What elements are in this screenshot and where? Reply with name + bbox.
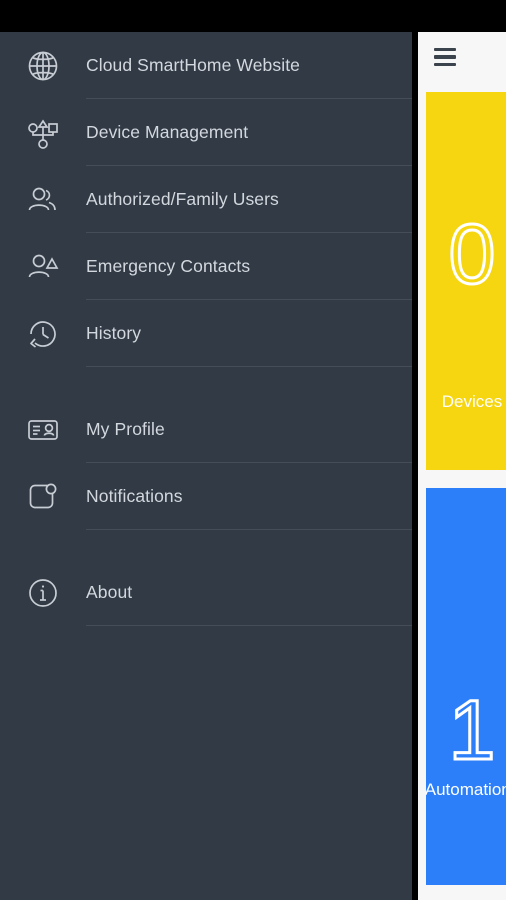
status-bar [0, 0, 506, 32]
sidebar-item-about[interactable]: About [0, 559, 412, 626]
app-content: 0 Devices 1 Automations [418, 32, 506, 900]
group-separator [0, 530, 412, 559]
notification-badge-icon [22, 476, 64, 518]
sidebar-item-history[interactable]: History [0, 300, 412, 367]
sidebar-item-label: History [86, 323, 142, 343]
divider [86, 625, 412, 626]
hamburger-menu-icon[interactable] [434, 48, 458, 66]
sidebar-item-label: Notifications [86, 486, 183, 506]
devices-card[interactable]: 0 Devices [426, 92, 506, 470]
sidebar-item-label: Cloud SmartHome Website [86, 55, 301, 75]
divider [86, 529, 412, 530]
user-alert-icon [22, 246, 64, 288]
device-hub-icon [22, 112, 64, 154]
sidebar-item-authorized-family-users[interactable]: Authorized/Family Users [0, 166, 412, 233]
sidebar-item-label: Authorized/Family Users [86, 189, 279, 209]
sidebar-item-label: Device Management [86, 122, 249, 142]
group-separator [0, 367, 412, 396]
sidebar-item-label: About [86, 582, 133, 602]
devices-card-label: Devices [441, 392, 503, 411]
automations-card[interactable]: 1 Automations [426, 488, 506, 885]
divider [86, 366, 412, 367]
sidebar-item-cloud-smarthome-website[interactable]: Cloud SmartHome Website [0, 32, 412, 99]
phone-screen: 0 Devices 1 Automations Cloud Sma [0, 0, 506, 900]
sidebar-item-device-management[interactable]: Device Management [0, 99, 412, 166]
globe-icon [22, 45, 64, 87]
sidebar-item-notifications[interactable]: Notifications [0, 463, 412, 530]
history-clock-icon [22, 313, 64, 355]
devices-count: 0 [447, 207, 497, 301]
automations-card-label: Automations [426, 780, 506, 799]
sidebar-item-label: Emergency Contacts [86, 256, 251, 276]
info-circle-icon [22, 572, 64, 614]
id-card-icon [22, 409, 64, 451]
app-bar [418, 32, 506, 86]
users-group-icon [22, 179, 64, 221]
automations-count: 1 [447, 683, 497, 777]
sidebar-item-emergency-contacts[interactable]: Emergency Contacts [0, 233, 412, 300]
navigation-drawer: Cloud SmartHome Website Device Managemen… [0, 32, 412, 900]
sidebar-item-label: My Profile [86, 419, 165, 439]
sidebar-item-my-profile[interactable]: My Profile [0, 396, 412, 463]
